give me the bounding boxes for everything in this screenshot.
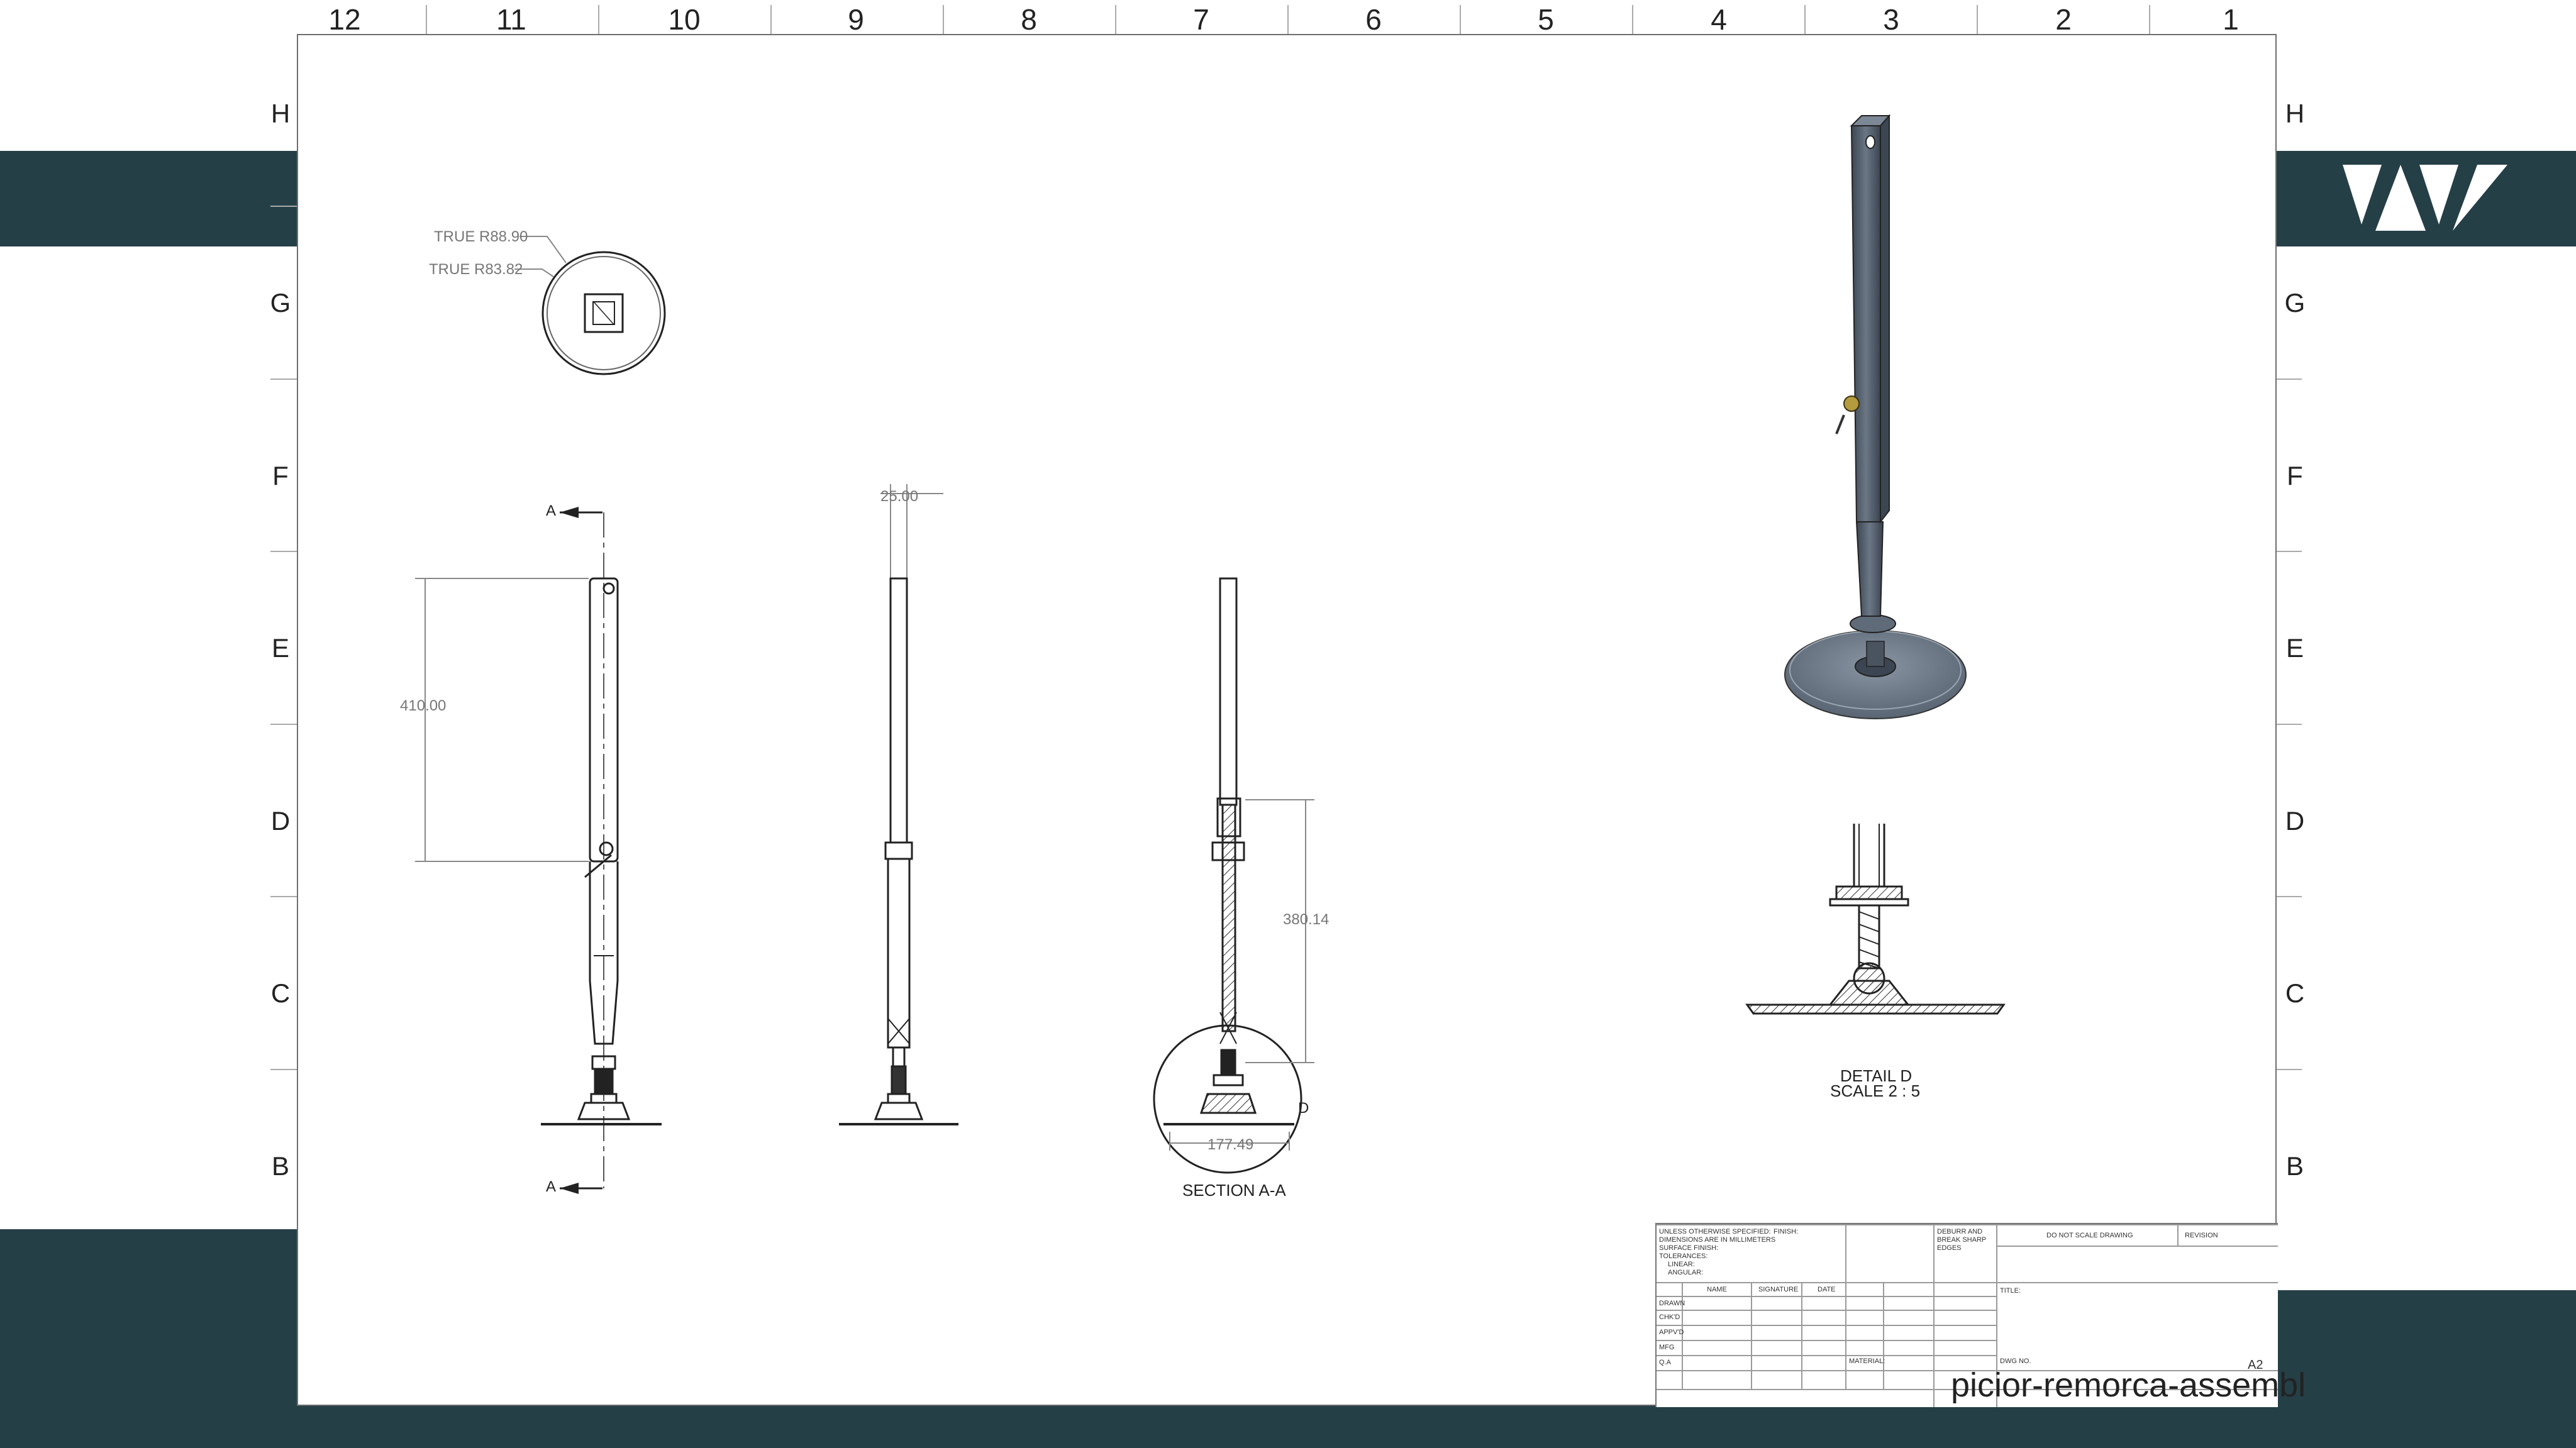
role-checked: CHK'D <box>1659 1313 1680 1321</box>
width-dimension-25: 25.00 <box>880 488 918 505</box>
dwg-no-label: DWG NO. <box>2000 1357 2031 1365</box>
height-dimension-380: 380.14 <box>1283 911 1329 928</box>
header-signature: SIGNATURE <box>1758 1286 1799 1293</box>
material-label: MATERIAL: <box>1849 1357 1885 1365</box>
do-not-scale-label: DO NOT SCALE DRAWING <box>2046 1232 2133 1239</box>
role-approved: APPV'D <box>1659 1329 1684 1336</box>
section-marker-top: A <box>546 502 556 519</box>
finish-label: FINISH: <box>1774 1228 1799 1235</box>
header-name: NAME <box>1707 1286 1727 1293</box>
header-date: DATE <box>1818 1286 1836 1293</box>
top-view: TRUE R88.90 TRUE R83.82 <box>429 228 666 375</box>
isometric-view <box>1784 114 1967 719</box>
detail-view: DETAIL D SCALE 2 : 5 <box>1745 824 2006 1100</box>
section-marker-bottom: A <box>546 1178 556 1195</box>
detail-scale: SCALE 2 : 5 <box>1830 1081 1920 1100</box>
role-drawn: DRAWN <box>1659 1300 1685 1307</box>
inner-radius-label: TRUE R83.82 <box>429 261 523 278</box>
base-dimension-177: 177.49 <box>1208 1136 1253 1153</box>
drawing-name: picior-remorca-assembl <box>1951 1366 2306 1404</box>
role-qa: Q.A <box>1659 1359 1671 1366</box>
ruler-ticks <box>270 5 2302 1070</box>
title-label: TITLE: <box>2000 1287 2021 1295</box>
side-view: 25.00 <box>839 484 958 1125</box>
title-block: UNLESS OTHERWISE SPECIFIED: DIMENSIONS A… <box>1655 1223 2306 1407</box>
section-view: 177.49 380.14 D SECTION A-A <box>1153 577 1329 1200</box>
height-dimension-410: 410.00 <box>400 697 446 714</box>
deburr-note: DEBURR AND BREAK SHARP EDGES <box>1937 1228 1987 1252</box>
detail-marker-d: D <box>1298 1100 1309 1117</box>
outer-radius-label: TRUE R88.90 <box>434 228 528 245</box>
tolerance-note: UNLESS OTHERWISE SPECIFIED: DIMENSIONS A… <box>1659 1228 1776 1276</box>
front-view: A A 410.00 <box>400 502 662 1195</box>
section-caption: SECTION A-A <box>1182 1181 1286 1200</box>
revision-label: REVISION <box>2185 1232 2218 1239</box>
role-mfg: MFG <box>1659 1344 1675 1351</box>
